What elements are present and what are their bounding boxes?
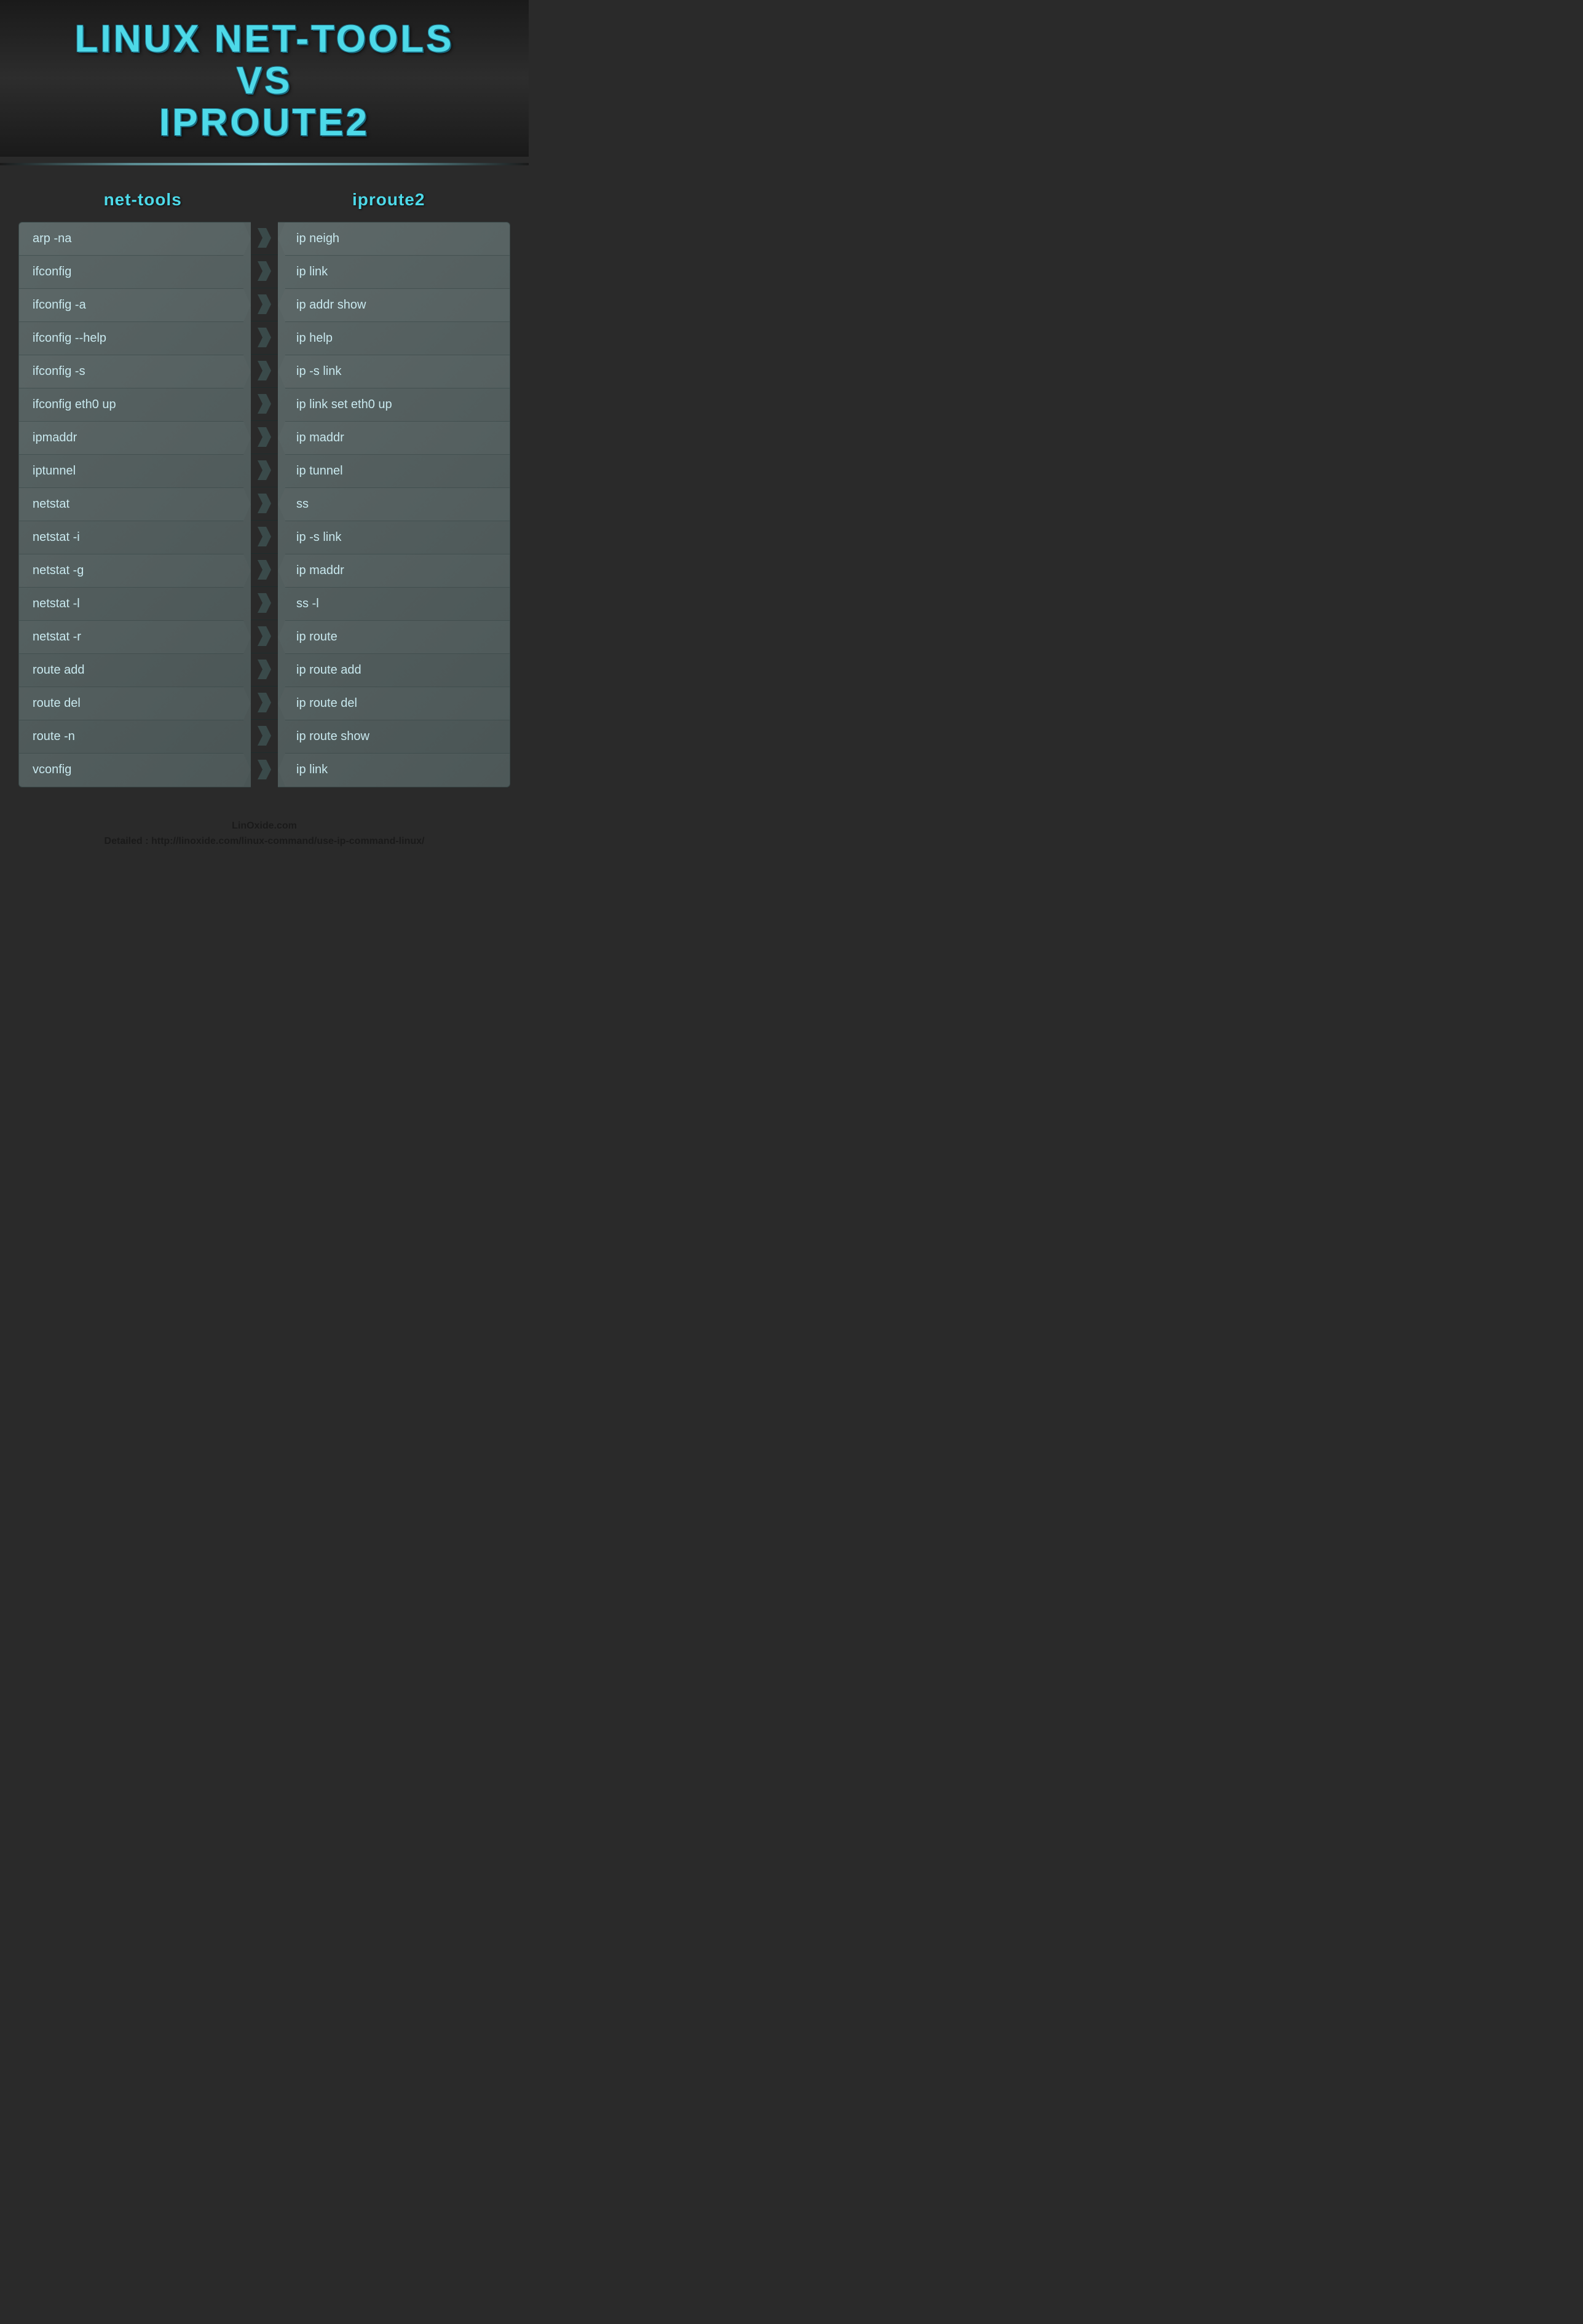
- chevron-icon: [258, 494, 271, 513]
- header: LINUX NET-TOOLS VS IPROUTE2: [0, 0, 529, 157]
- footer-line2: Detailed : http://linoxide.com/linux-com…: [105, 836, 425, 846]
- table-row: ip addr show: [278, 289, 510, 322]
- columns-header: net-tools iproute2: [18, 184, 510, 222]
- table-row: ifconfig eth0 up: [19, 388, 251, 422]
- chevron-icon: [258, 427, 271, 447]
- table-row: ifconfig --help: [19, 322, 251, 355]
- table-row: ifconfig -a: [19, 289, 251, 322]
- chevron-icon: [258, 261, 271, 281]
- table-row: ip link: [278, 256, 510, 289]
- table-row: route -n: [19, 720, 251, 754]
- left-column-header: net-tools: [104, 190, 182, 210]
- table-row: route add: [19, 654, 251, 687]
- chevron-icon: [258, 560, 271, 580]
- chevron-icon: [258, 760, 271, 779]
- right-column-header: iproute2: [352, 190, 425, 210]
- main-title: LINUX NET-TOOLS VS IPROUTE2: [12, 18, 516, 144]
- table-row: ip route show: [278, 720, 510, 754]
- chevron-icon: [258, 460, 271, 480]
- table-row: ip help: [278, 322, 510, 355]
- chevron-icon: [258, 527, 271, 546]
- table-row: ip link: [278, 754, 510, 787]
- table-row: netstat -g: [19, 554, 251, 588]
- chevron-icon: [258, 328, 271, 347]
- table-row: netstat -r: [19, 621, 251, 654]
- table-row: ss -l: [278, 588, 510, 621]
- chevron-icon: [258, 693, 271, 712]
- table-row: netstat: [19, 488, 251, 521]
- table-row: arp -na: [19, 223, 251, 256]
- table-row: ip -s link: [278, 521, 510, 554]
- table-row: ip tunnel: [278, 455, 510, 488]
- main-content: net-tools iproute2 arp -naifconfigifconf…: [0, 171, 529, 806]
- chevron-icon: [258, 726, 271, 746]
- separator: [0, 163, 529, 165]
- chevron-icon: [258, 228, 271, 248]
- footer-line1: LinOxide.com: [232, 821, 297, 831]
- table-row: ip route del: [278, 687, 510, 720]
- table-row: ip maddr: [278, 554, 510, 588]
- table-row: netstat -i: [19, 521, 251, 554]
- table-row: ip maddr: [278, 422, 510, 455]
- right-column: ip neighip linkip addr showip helpip -s …: [278, 222, 510, 787]
- table-row: ss: [278, 488, 510, 521]
- table-row: ifconfig -s: [19, 355, 251, 388]
- table-row: ip route: [278, 621, 510, 654]
- left-column: arp -naifconfigifconfig -aifconfig --hel…: [18, 222, 251, 787]
- chevron-icon: [258, 294, 271, 314]
- chevron-icon: [258, 394, 271, 414]
- chevron-icon: [258, 660, 271, 679]
- chevron-icon: [258, 361, 271, 380]
- table-row: route del: [19, 687, 251, 720]
- comparison-table: arp -naifconfigifconfig -aifconfig --hel…: [18, 222, 510, 787]
- table-row: ipmaddr: [19, 422, 251, 455]
- table-row: vconfig: [19, 754, 251, 787]
- divider-column: [251, 222, 278, 787]
- table-row: netstat -l: [19, 588, 251, 621]
- chevron-icon: [258, 593, 271, 613]
- table-row: ip neigh: [278, 223, 510, 256]
- chevron-icon: [258, 626, 271, 646]
- table-row: ip route add: [278, 654, 510, 687]
- footer: LinOxide.com Detailed : http://linoxide.…: [0, 806, 529, 862]
- table-row: ip link set eth0 up: [278, 388, 510, 422]
- table-row: iptunnel: [19, 455, 251, 488]
- table-row: ifconfig: [19, 256, 251, 289]
- table-row: ip -s link: [278, 355, 510, 388]
